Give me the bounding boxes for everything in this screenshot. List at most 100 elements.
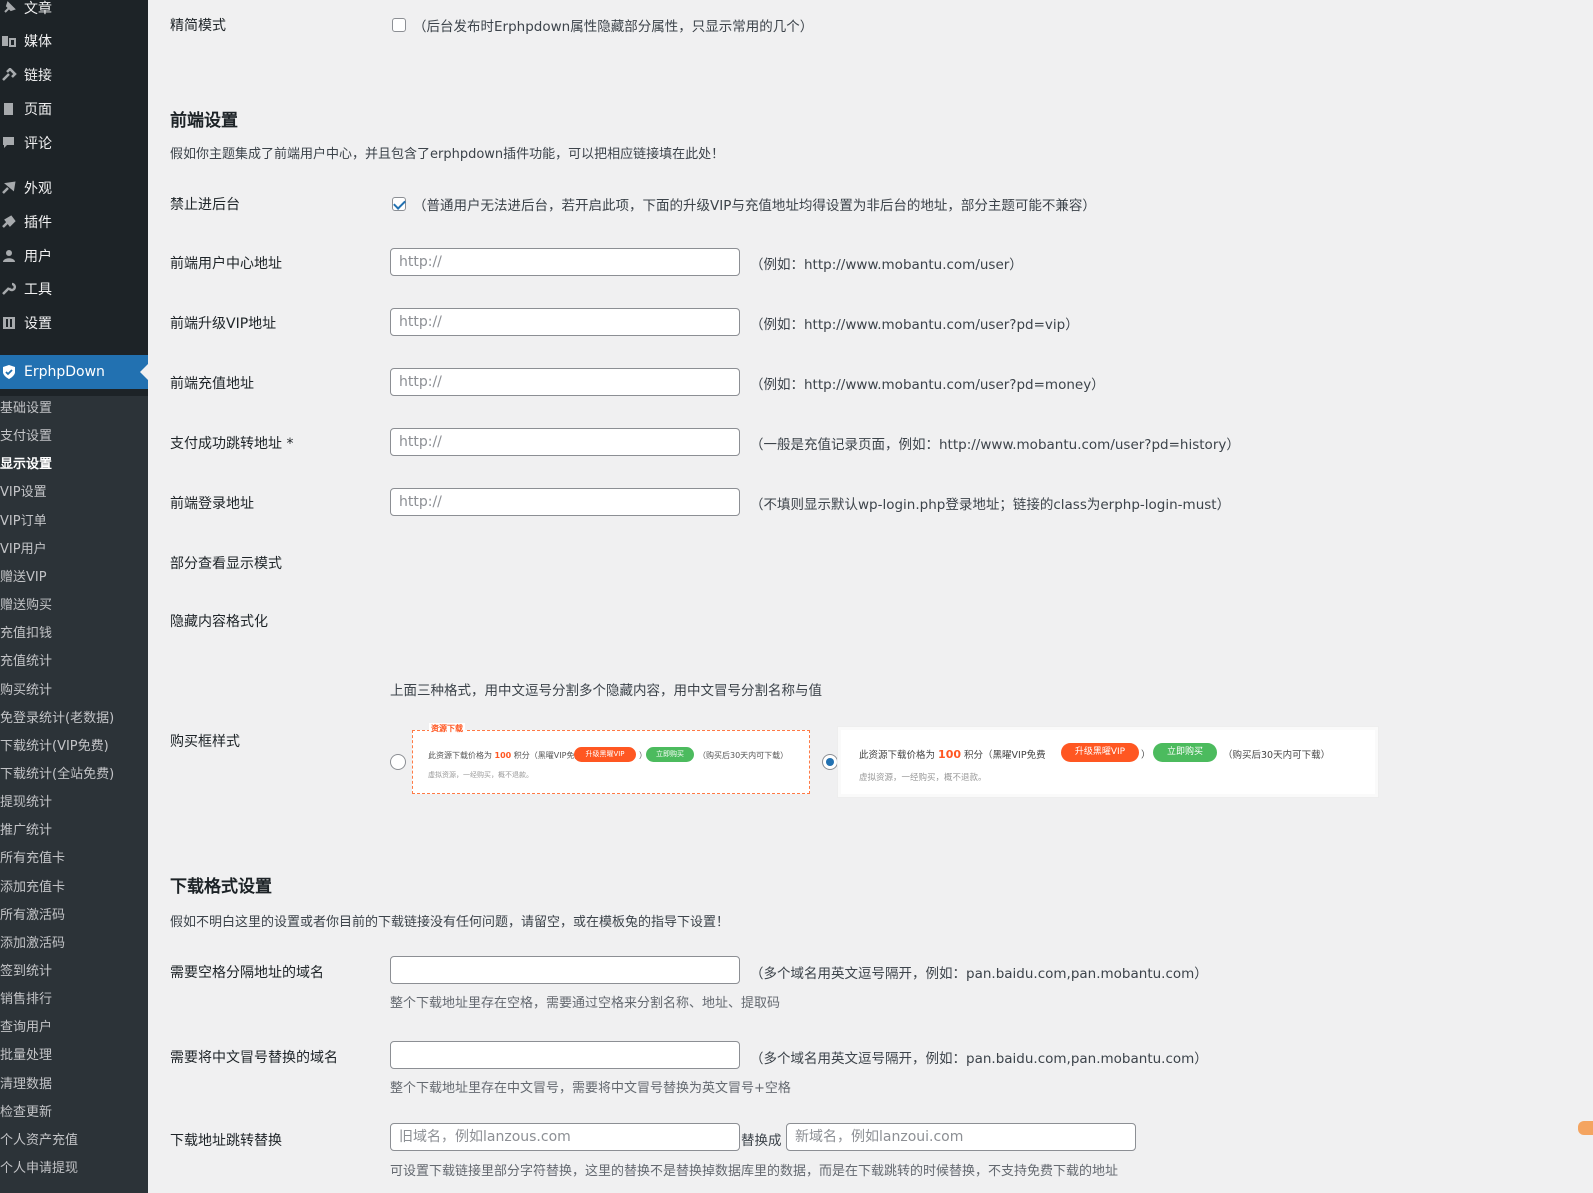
pay-success-url-label: 支付成功跳转地址 * bbox=[170, 433, 293, 453]
old-domain-input[interactable] bbox=[390, 1123, 740, 1151]
submenu-item[interactable]: 充值扣钱 bbox=[0, 623, 52, 645]
chat-widget-icon[interactable] bbox=[1578, 1121, 1593, 1135]
menu-label: 页面 bbox=[24, 99, 52, 119]
menu-label: 链接 bbox=[24, 65, 52, 85]
menu-item-posts[interactable]: 文章 bbox=[0, 0, 148, 24]
user-icon bbox=[0, 248, 18, 264]
brush-icon bbox=[0, 180, 18, 196]
redirect-note: 可设置下载链接里部分字符替换，这里的替换不是替换掉数据库里的数据，而是在下载跳转… bbox=[390, 1160, 1118, 1179]
comment-icon bbox=[0, 135, 18, 151]
space-domain-note: 整个下载地址里存在空格，需要通过空格来分割名称、地址、提取码 bbox=[390, 992, 780, 1011]
style2-buy-button[interactable]: 立即购买 bbox=[1153, 743, 1217, 762]
submenu-item[interactable]: 个人资产充值 bbox=[0, 1130, 78, 1152]
submenu-item[interactable]: 赠送VIP bbox=[0, 567, 47, 589]
partial-view-label: 部分查看显示模式 bbox=[170, 553, 282, 573]
page-icon bbox=[0, 101, 18, 117]
style2-after: （购买后30天内可下载） bbox=[1223, 747, 1330, 761]
menu-item-comments[interactable]: 评论 bbox=[0, 127, 148, 159]
submenu-item[interactable]: 购买统计 bbox=[0, 680, 52, 702]
menu-item-pages[interactable]: 页面 bbox=[0, 93, 148, 125]
buy-box-style2-preview: 此资源下载价格为 100 积分（黑曜VIP免费 升级黑曜VIP ） 立即购买 （… bbox=[838, 727, 1378, 797]
colon-domain-label: 需要将中文冒号替换的域名 bbox=[170, 1047, 338, 1067]
login-url-input[interactable] bbox=[390, 488, 740, 516]
submenu-item[interactable]: 批量处理 bbox=[0, 1045, 52, 1067]
admin-sidebar: 文章 媒体 链接 页面 评论 外观 插件 用户 工具 设置 ErphpDown bbox=[0, 0, 148, 1193]
style1-tag: 资源下载 bbox=[429, 723, 465, 734]
buy-box-label: 购买框样式 bbox=[170, 731, 240, 751]
menu-item-appearance[interactable]: 外观 bbox=[0, 172, 148, 204]
pay-success-url-input[interactable] bbox=[390, 428, 740, 456]
login-url-hint: （不填则显示默认wp-login.php登录地址；链接的class为erphp-… bbox=[750, 493, 1230, 513]
style2-price: 100 bbox=[938, 748, 961, 761]
submenu-item[interactable]: 充值统计 bbox=[0, 651, 52, 673]
submenu-item[interactable]: 查询用户 bbox=[0, 1017, 52, 1039]
style1-after: （购买后30天内可下载） bbox=[698, 750, 788, 761]
simple-mode-label: 精简模式 bbox=[170, 15, 226, 35]
new-domain-input[interactable] bbox=[786, 1123, 1136, 1151]
submenu-item[interactable]: 提现统计 bbox=[0, 792, 52, 814]
menu-item-media[interactable]: 媒体 bbox=[0, 25, 148, 57]
submenu-item[interactable]: 赠送购买 bbox=[0, 595, 52, 617]
submenu-item[interactable]: 下载统计(VIP免费) bbox=[0, 736, 109, 758]
style1-price-text: 此资源下载价格为 100 积分（黑曜VIP免费 bbox=[428, 750, 582, 761]
menu-item-settings[interactable]: 设置 bbox=[0, 307, 148, 339]
submenu-item[interactable]: 添加激活码 bbox=[0, 933, 65, 955]
disable-admin-hint: （普通用户无法进后台，若开启此项，下面的升级VIP与充值地址均得设置为非后台的地… bbox=[413, 194, 1096, 214]
submenu-item[interactable]: VIP订单 bbox=[0, 511, 47, 533]
user-center-url-input[interactable] bbox=[390, 248, 740, 276]
submenu-item[interactable]: 个人申请提现 bbox=[0, 1158, 78, 1180]
buy-box-style2-radio[interactable] bbox=[822, 754, 838, 770]
style2-vip-button[interactable]: 升级黑曜VIP bbox=[1061, 743, 1139, 762]
submenu-item[interactable]: 显示设置 bbox=[0, 454, 52, 476]
hidden-format-label: 隐藏内容格式化 bbox=[170, 611, 268, 631]
menu-label: 文章 bbox=[24, 0, 52, 18]
menu-item-tools[interactable]: 工具 bbox=[0, 273, 148, 305]
settings-icon bbox=[0, 315, 18, 331]
submenu-item[interactable]: 所有充值卡 bbox=[0, 848, 65, 870]
disable-admin-checkbox[interactable] bbox=[392, 197, 406, 211]
menu-label: 评论 bbox=[24, 133, 52, 153]
pin-icon bbox=[0, 0, 18, 16]
simple-mode-hint: （后台发布时Erphpdown属性隐藏部分属性，只显示常用的几个） bbox=[413, 15, 813, 35]
recharge-url-input[interactable] bbox=[390, 368, 740, 396]
style1-price: 100 bbox=[495, 751, 512, 760]
submenu-item[interactable]: 支付设置 bbox=[0, 426, 52, 448]
space-domain-input[interactable] bbox=[390, 956, 740, 984]
submenu-item[interactable]: 推广统计 bbox=[0, 820, 52, 842]
media-icon bbox=[0, 33, 18, 49]
submenu-item[interactable]: VIP用户 bbox=[0, 539, 47, 561]
space-domain-label: 需要空格分隔地址的域名 bbox=[170, 962, 324, 982]
submenu-item[interactable]: 添加充值卡 bbox=[0, 877, 65, 899]
menu-item-users[interactable]: 用户 bbox=[0, 240, 148, 272]
style1-vip-button[interactable]: 升级黑曜VIP bbox=[574, 747, 636, 762]
vip-url-hint: （例如：http://www.mobantu.com/user?pd=vip） bbox=[750, 313, 1079, 333]
style2-sub-note: 虚拟资源，一经购买，概不退款。 bbox=[859, 771, 987, 783]
submenu-item[interactable]: 下载统计(全站免费) bbox=[0, 764, 114, 786]
style1-buy-button[interactable]: 立即购买 bbox=[646, 747, 694, 762]
submenu-item[interactable]: 销售排行 bbox=[0, 989, 52, 1011]
erphpdown-submenu: 基础设置支付设置显示设置 VIP设置 VIP订单 VIP用户赠送VIP 赠送购买充值扣钱… bbox=[0, 396, 148, 1193]
style2-price-text: 此资源下载价格为 100 积分（黑曜VIP免费 bbox=[859, 747, 1046, 761]
vip-url-input[interactable] bbox=[390, 308, 740, 336]
space-domain-hint: （多个域名用英文逗号隔开，例如：pan.baidu.com,pan.mobant… bbox=[750, 962, 1208, 982]
colon-domain-input[interactable] bbox=[390, 1041, 740, 1069]
submenu-item[interactable]: 基础设置 bbox=[0, 398, 52, 420]
simple-mode-checkbox[interactable] bbox=[392, 18, 406, 32]
login-url-label: 前端登录地址 bbox=[170, 493, 254, 513]
buy-box-style1-radio[interactable] bbox=[390, 754, 406, 770]
menu-item-links[interactable]: 链接 bbox=[0, 59, 148, 91]
menu-item-plugins[interactable]: 插件 bbox=[0, 206, 148, 238]
shield-icon bbox=[0, 364, 18, 380]
download-desc: 假如不明白这里的设置或者你目前的下载链接没有任何问题，请留空，或在模板兔的指导下… bbox=[170, 911, 729, 930]
submenu-item[interactable]: 清理数据 bbox=[0, 1074, 52, 1096]
submenu-item[interactable]: 免登录统计(老数据) bbox=[0, 708, 114, 730]
menu-item-erphpdown[interactable]: ErphpDown bbox=[0, 355, 148, 389]
submenu-item[interactable]: 检查更新 bbox=[0, 1102, 52, 1124]
menu-label: ErphpDown bbox=[24, 364, 105, 380]
link-icon bbox=[0, 67, 18, 83]
submenu-item[interactable]: 所有激活码 bbox=[0, 905, 65, 927]
submenu-item[interactable]: 签到统计 bbox=[0, 961, 52, 983]
submenu-item[interactable]: VIP设置 bbox=[0, 482, 47, 504]
active-menu-arrow bbox=[140, 364, 148, 380]
colon-domain-note: 整个下载地址里存在中文冒号，需要将中文冒号替换为英文冒号+空格 bbox=[390, 1077, 791, 1096]
